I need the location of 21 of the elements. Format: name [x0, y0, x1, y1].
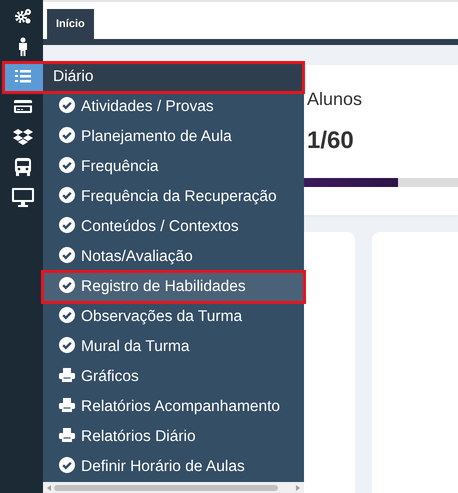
menu-item[interactable]: Conteúdos / Contextos: [43, 212, 304, 242]
card-title: Alunos: [307, 89, 362, 110]
menu-item[interactable]: Notas/Avaliação: [43, 242, 304, 272]
scroll-thumb[interactable]: [54, 484, 278, 490]
tab[interactable]: Início: [47, 9, 94, 39]
menu-item[interactable]: Frequência: [43, 152, 304, 182]
menu-item[interactable]: Definir Horário de Aulas: [43, 452, 304, 482]
monitor-icon[interactable]: [12, 187, 34, 207]
menu-item[interactable]: Atividades / Provas: [43, 92, 304, 122]
menu-item[interactable]: Planejamento de Aula: [43, 122, 304, 152]
menu-item[interactable]: Frequência da Recuperação: [43, 182, 304, 212]
dropbox-icon[interactable]: [13, 127, 33, 147]
bus-icon[interactable]: [13, 157, 33, 177]
menu-item[interactable]: Relatórios Diário: [43, 422, 304, 452]
menu-item[interactable]: Registro de Habilidades: [43, 272, 304, 302]
menu-item[interactable]: Gráficos: [43, 362, 304, 392]
menu-item[interactable]: Relatórios Acompanhamento: [43, 392, 304, 422]
menu-item[interactable]: Observações da Turma: [43, 302, 304, 332]
horizontal-scrollbar[interactable]: [43, 482, 304, 493]
menu-item[interactable]: Mural da Turma: [43, 332, 304, 362]
card-value: 1/60: [307, 127, 354, 155]
